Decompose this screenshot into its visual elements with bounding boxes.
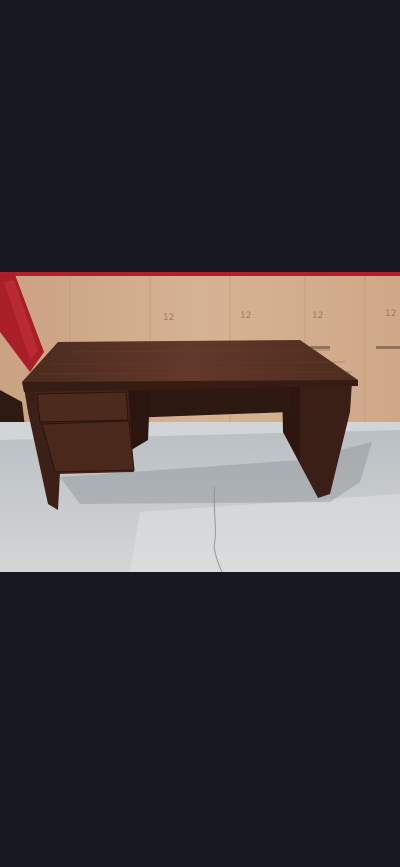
wall-stamp: 12 xyxy=(240,311,251,321)
desk-bottom-drawer xyxy=(41,420,135,473)
wall-stamp: 12 xyxy=(312,311,323,321)
viewer-screen: 12 12 12 12 xyxy=(0,0,400,867)
desk-photo-svg: 12 12 12 12 xyxy=(0,272,400,572)
wall-stamp: 12 xyxy=(385,309,396,319)
desk-top-drawer xyxy=(36,391,129,423)
wall-stamp: 12 xyxy=(163,313,174,323)
red-wrap-strip xyxy=(0,272,400,276)
product-photo[interactable]: 12 12 12 12 xyxy=(0,272,400,572)
